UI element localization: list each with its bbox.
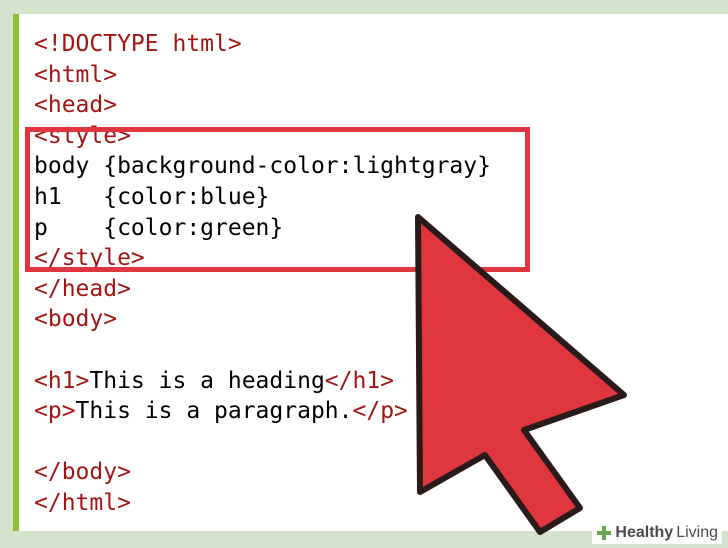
watermark-brand-light: Living bbox=[676, 524, 718, 541]
screenshot-frame: <!DOCTYPE html> <html> <head> <style> body {… bbox=[0, 0, 728, 548]
cursor-arrow-icon bbox=[415, 214, 627, 535]
plus-leaf-icon bbox=[597, 526, 612, 540]
watermark-brand-bold: Healthy bbox=[615, 524, 674, 541]
cursor-arrow-shape bbox=[415, 214, 627, 535]
watermark-logo: Healthy Living bbox=[592, 522, 722, 544]
